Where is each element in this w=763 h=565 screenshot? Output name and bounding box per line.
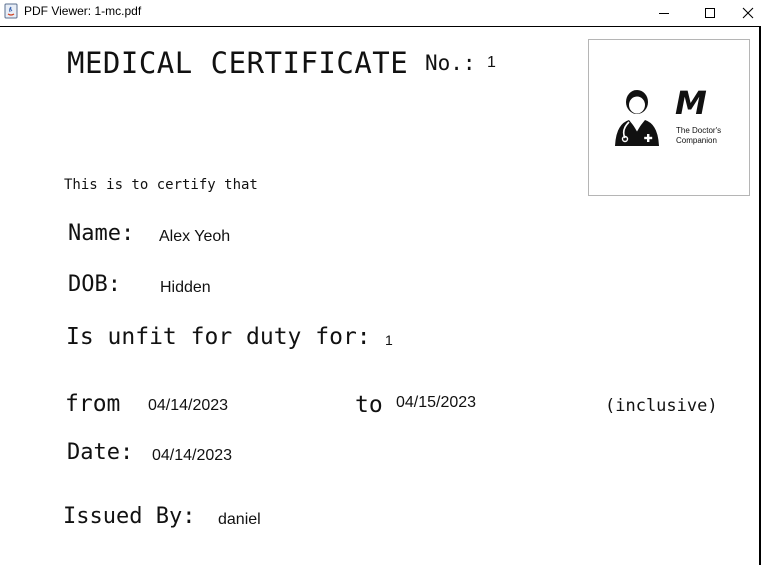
- pdf-viewer-window: PDF Viewer: 1-mc.pdf MEDICAL CERTIFICATE…: [0, 0, 763, 565]
- intro-text: This is to certify that: [64, 177, 258, 193]
- from-date-value: 04/14/2023: [148, 397, 229, 414]
- doctor-logo-icon: M The Doctor's Companion: [615, 86, 721, 146]
- logo-letter: M: [675, 86, 707, 122]
- from-label: from: [65, 391, 121, 417]
- logo-box: M The Doctor's Companion: [588, 39, 750, 196]
- certificate-number-value: 1: [487, 54, 496, 71]
- logo-tagline-line2: Companion: [676, 136, 717, 145]
- issued-by-label: Issued By:: [63, 504, 196, 529]
- certificate-title: MEDICAL CERTIFICATE: [67, 46, 409, 80]
- dob-label: DOB:: [68, 272, 121, 297]
- minimize-icon: [659, 13, 669, 14]
- window-title: PDF Viewer: 1-mc.pdf: [24, 4, 142, 18]
- minimize-button[interactable]: [641, 0, 687, 26]
- date-value: 04/14/2023: [152, 447, 233, 464]
- date-label: Date:: [67, 440, 134, 465]
- to-date-value: 04/15/2023: [396, 394, 477, 411]
- certificate-number-label: No.:: [425, 51, 476, 75]
- inclusive-label: (inclusive): [605, 396, 718, 416]
- unfit-duration-value: 1: [385, 332, 393, 348]
- dob-value: Hidden: [160, 279, 211, 296]
- name-value: Alex Yeoh: [159, 228, 231, 245]
- issued-by-value: daniel: [218, 511, 261, 528]
- unfit-duration-label: Is unfit for duty for:: [66, 324, 371, 350]
- close-button[interactable]: [733, 0, 763, 26]
- logo-tagline-line1: The Doctor's: [676, 126, 721, 135]
- maximize-button[interactable]: [687, 0, 733, 26]
- maximize-icon: [705, 8, 715, 18]
- name-label: Name:: [68, 221, 135, 246]
- close-icon: [742, 7, 754, 19]
- title-bar[interactable]: PDF Viewer: 1-mc.pdf: [0, 0, 763, 26]
- java-app-icon: [4, 3, 18, 19]
- to-label: to: [355, 392, 383, 418]
